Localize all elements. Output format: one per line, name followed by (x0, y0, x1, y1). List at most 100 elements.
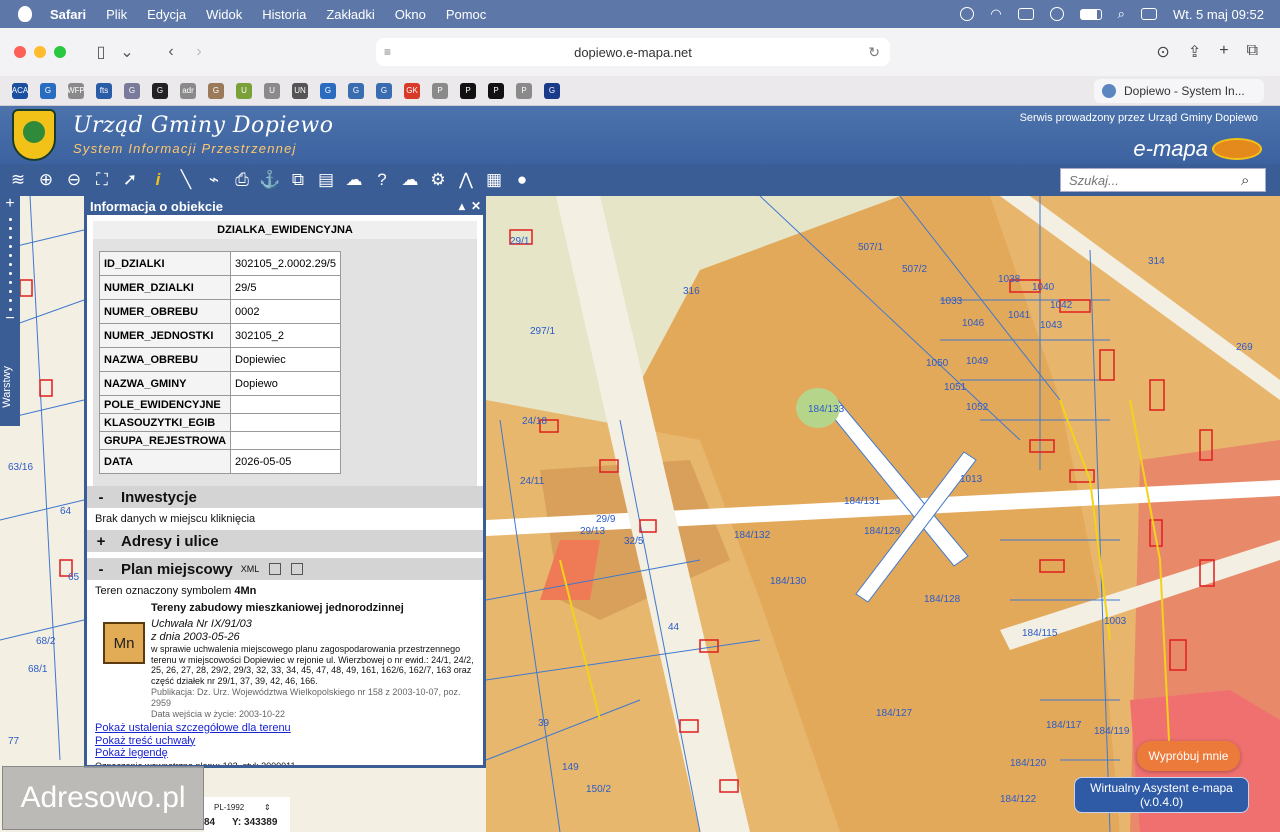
link-legend[interactable]: Pokaż legendę (95, 747, 475, 760)
reload-icon[interactable]: ↻ (868, 44, 880, 61)
section-adresy[interactable]: + Adresy i ulice (87, 530, 483, 552)
crs-select[interactable]: PL-1992 (214, 803, 244, 812)
back-icon[interactable]: ‹ (160, 43, 182, 61)
zoom-out-icon[interactable]: ⊖ (60, 166, 88, 194)
bookmark-favicon[interactable]: adr (180, 82, 196, 99)
forward-icon[interactable]: › (188, 43, 210, 61)
tab-overview-icon[interactable]: ⧉ (1247, 42, 1258, 62)
zoom-minus-button[interactable]: − (0, 311, 20, 327)
menu-historia[interactable]: Historia (262, 7, 306, 22)
bookmark-favicon[interactable]: G (544, 82, 560, 99)
bookmark-favicon[interactable]: G (40, 82, 56, 99)
section-inwestycje[interactable]: - Inwestycje (87, 486, 483, 508)
zoom-level-dot[interactable] (8, 254, 12, 257)
battery-icon[interactable] (1079, 8, 1102, 20)
zoom-level-dot[interactable] (8, 245, 12, 248)
bookmark-favicon[interactable]: UN (292, 82, 308, 99)
share-icon[interactable]: ⇪ (1188, 42, 1201, 62)
bookmark-favicon[interactable]: WFP (67, 82, 85, 99)
zoom-level-dot[interactable] (8, 236, 12, 239)
tab-dopiewo[interactable]: Dopiewo - System In... (1094, 79, 1264, 103)
bookmark-favicon[interactable]: ACA (12, 82, 28, 99)
bookmark-favicon[interactable]: P (460, 82, 476, 99)
bookmark-favicon[interactable]: G (320, 82, 336, 99)
zoom-plus-button[interactable]: + (0, 196, 20, 212)
help-icon[interactable]: ? (368, 166, 396, 194)
link-resolution-text[interactable]: Pokaż treść uchwały (95, 735, 475, 748)
print-icon[interactable]: ⎙ (228, 166, 256, 194)
bookmark-favicon[interactable]: GK (404, 82, 420, 99)
info-icon[interactable]: i (144, 166, 172, 194)
bookmark-favicon[interactable]: fts (96, 82, 112, 99)
crs-select-arrows-icon[interactable]: ⇕ (264, 803, 271, 812)
bookmark-favicon[interactable]: G (208, 82, 224, 99)
zoom-level-dot[interactable] (8, 227, 12, 230)
wifi-icon[interactable]: ◠ (990, 6, 1001, 22)
virtual-assistant-button[interactable]: Wirtualny Asystent e-mapa (v.0.4.0) (1074, 777, 1249, 813)
chat-icon[interactable]: ● (508, 166, 536, 194)
bookmark-favicon[interactable]: G (152, 82, 168, 99)
bookmark-favicon[interactable]: G (376, 82, 392, 99)
section-toggle[interactable]: - (91, 561, 111, 578)
print-icon[interactable] (291, 563, 304, 575)
bookmark-favicon[interactable]: P (488, 82, 504, 99)
bookmark-favicon[interactable]: G (124, 82, 140, 99)
measure-icon[interactable]: ╲ (172, 166, 200, 194)
settings-icon[interactable]: ⚙ (424, 166, 452, 194)
menu-zakladki[interactable]: Zakładki (326, 7, 374, 22)
menu-app[interactable]: Safari (50, 7, 86, 22)
layers-tab[interactable]: Warstwy (1, 366, 13, 408)
zoom-level-dot[interactable] (8, 272, 12, 275)
address-bar[interactable]: ≡ dopiewo.e-mapa.net ↻ (376, 38, 890, 66)
apple-icon[interactable] (18, 6, 32, 22)
screen-mirroring-icon[interactable] (1017, 8, 1034, 20)
time-machine-icon[interactable] (960, 7, 975, 21)
layers-icon[interactable]: ≋ (4, 166, 32, 194)
menu-plik[interactable]: Plik (106, 7, 127, 22)
section-toggle[interactable]: + (91, 533, 111, 550)
try-me-button[interactable]: Wypróbuj mnie (1137, 741, 1240, 771)
zoom-level-dot[interactable] (8, 299, 12, 302)
page-menu-icon[interactable]: ≡ (384, 45, 391, 59)
close-icon[interactable]: ✕ (471, 199, 481, 213)
bookmark-favicon[interactable]: U (236, 82, 252, 99)
collapse-icon[interactable]: ▴ (459, 199, 465, 213)
spotlight-icon[interactable]: ⌕ (1118, 6, 1125, 22)
menubar-clock[interactable]: Wt. 5 maj 09:52 (1173, 7, 1264, 22)
xml-export-button[interactable]: XML (241, 564, 260, 574)
section-toggle[interactable]: - (91, 489, 111, 506)
bubble-icon[interactable]: ☁ (340, 166, 368, 194)
link-detailed-rules[interactable]: Pokaż ustalenia szczegółowe dla terenu (95, 722, 475, 735)
anchor-icon[interactable]: ⚓ (256, 166, 284, 194)
new-tab-icon[interactable]: + (1219, 42, 1228, 62)
list-icon[interactable] (269, 563, 282, 575)
bookmark-favicon[interactable]: G (348, 82, 364, 99)
control-center-icon[interactable] (1140, 8, 1157, 20)
export-icon[interactable]: ⧉ (284, 166, 312, 194)
downloads-icon[interactable]: ⊙ (1156, 42, 1169, 62)
zoom-level-dot[interactable] (8, 218, 12, 221)
bookmark-favicon[interactable]: P (516, 82, 532, 99)
search-icon[interactable]: ⌕ (1241, 172, 1249, 189)
zoom-window-button[interactable] (54, 46, 66, 58)
bookmark-favicon[interactable]: P (432, 82, 448, 99)
zoom-level-dot[interactable] (8, 263, 12, 266)
sidebar-icon[interactable]: ▯ (90, 43, 112, 61)
road-icon[interactable]: ⋀ (452, 166, 480, 194)
now-playing-icon[interactable] (1049, 7, 1064, 21)
bookmark-favicon[interactable]: U (264, 82, 280, 99)
full-extent-icon[interactable]: ⛶ (88, 166, 116, 194)
pointer-icon[interactable]: ➚ (116, 166, 144, 194)
section-plan[interactable]: - Plan miejscowy XML (87, 558, 483, 580)
menu-widok[interactable]: Widok (206, 7, 242, 22)
search-input[interactable] (1061, 169, 1241, 191)
color-grid-icon[interactable]: ▦ (480, 166, 508, 194)
link-icon[interactable]: ⌁ (200, 166, 228, 194)
zoom-level-dot[interactable] (8, 290, 12, 293)
menu-pomoc[interactable]: Pomoc (446, 7, 486, 22)
zoom-level-dot[interactable] (8, 281, 12, 284)
menu-okno[interactable]: Okno (395, 7, 426, 22)
close-window-button[interactable] (14, 46, 26, 58)
zoom-in-icon[interactable]: ⊕ (32, 166, 60, 194)
minimize-window-button[interactable] (34, 46, 46, 58)
